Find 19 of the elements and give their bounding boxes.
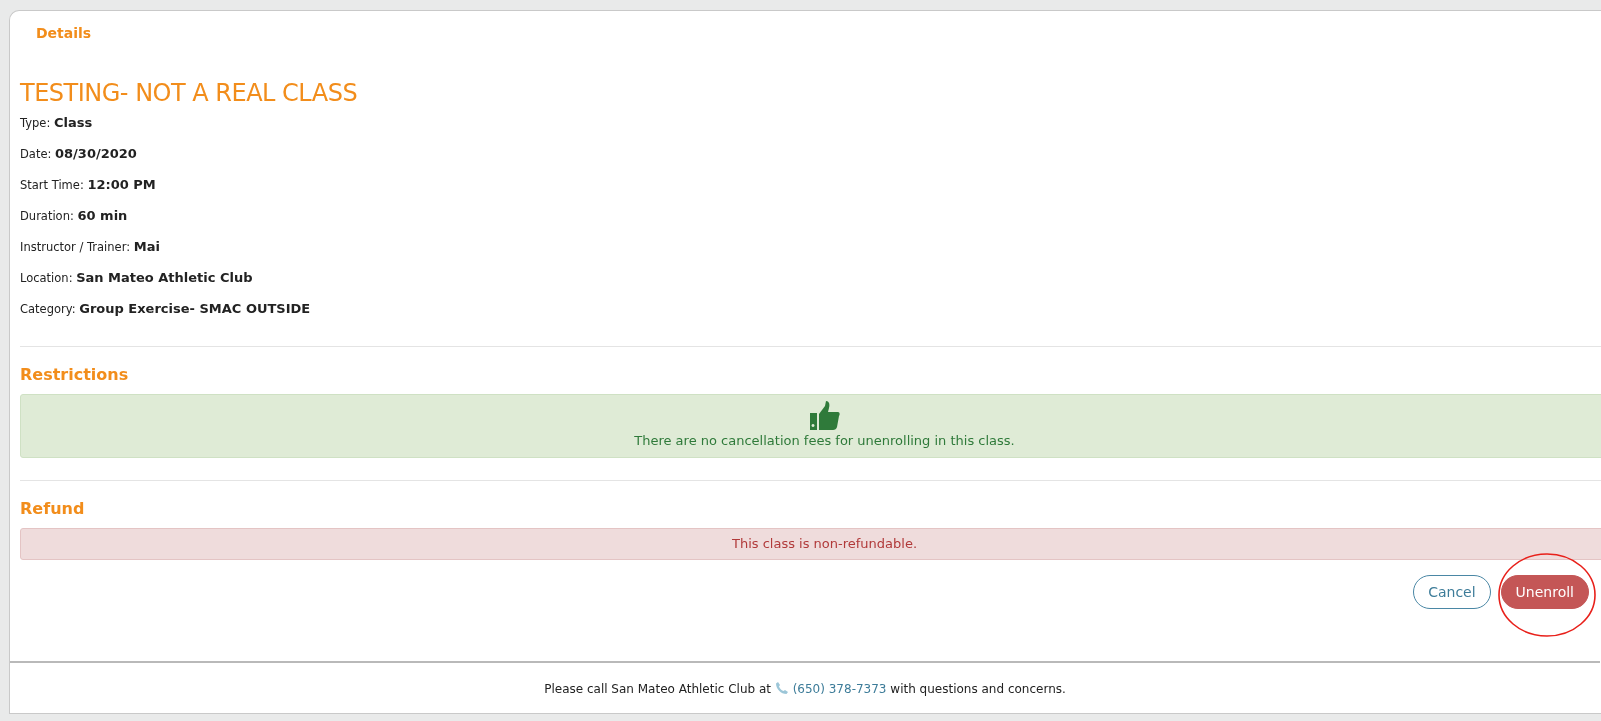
phone-icon [774, 680, 789, 695]
alert-message: This class is non-refundable. [730, 536, 919, 552]
cancel-button[interactable]: Cancel [1413, 575, 1491, 609]
phone-link[interactable]: (650) 378-7373 [792, 681, 887, 696]
detail-line: Instructor / Trainer: Mai [20, 239, 161, 256]
detail-line: Location: San Mateo Athletic Club [20, 270, 254, 287]
section-heading: Restrictions [20, 365, 130, 384]
detail-line: Type: Class [20, 115, 94, 132]
detail-line: Start Time: 12:00 PM [20, 177, 157, 194]
unenroll-button[interactable]: Unenroll [1500, 575, 1589, 609]
section-heading: Details [36, 25, 93, 41]
thumbs-up-icon [809, 401, 840, 430]
alert-message: There are no cancellation fees for unenrolling in this class. [633, 433, 1016, 449]
detail-line: Category: Group Exercise- SMAC OUTSIDE [20, 301, 312, 318]
class-title: TESTING- NOT A REAL CLASS [20, 79, 359, 107]
detail-line: Date: 08/30/2020 [20, 146, 138, 163]
detail-line: Duration: 60 min [20, 208, 129, 225]
section-heading: Refund [20, 499, 86, 518]
contact-note: Please call San Mateo Athletic Club at (650) 378-7373 with questions and concerns. [544, 680, 1066, 696]
